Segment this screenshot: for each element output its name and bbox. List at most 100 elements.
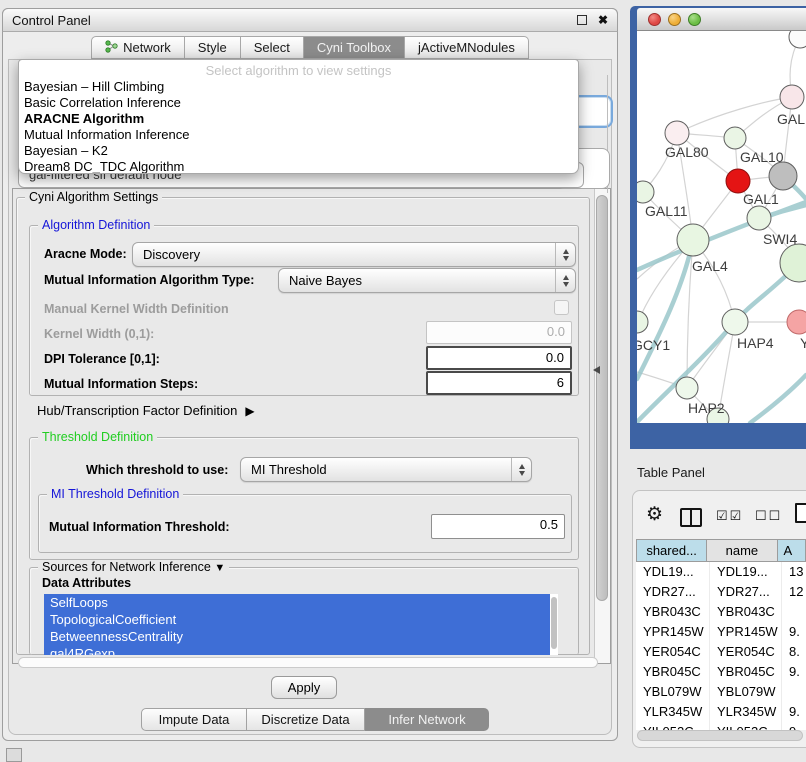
- label-gal80: GAL80: [665, 144, 709, 160]
- tab-network[interactable]: Network: [91, 36, 185, 59]
- list-item[interactable]: BetweennessCentrality: [44, 628, 550, 645]
- gear-icon[interactable]: ⚙: [646, 503, 663, 526]
- table-header-row: shared... name A: [636, 539, 806, 562]
- mi-threshold-field[interactable]: 0.5: [431, 514, 565, 539]
- list-scrollbar-thumb[interactable]: [551, 597, 557, 649]
- mi-steps-field[interactable]: 6: [426, 371, 572, 395]
- table-row[interactable]: YER054C YER054C 8.: [636, 642, 806, 662]
- cell: 9: [781, 722, 806, 730]
- combo-stepper-icon: [555, 269, 575, 292]
- cell: YIL052C: [709, 722, 781, 730]
- table-row[interactable]: YBR045C YBR045C 9.: [636, 662, 806, 682]
- cell: YLR345W: [636, 702, 709, 722]
- node-gcy1[interactable]: [637, 311, 648, 333]
- which-threshold-combobox[interactable]: MI Threshold: [240, 457, 532, 482]
- dropdown-item-bayesian-k2[interactable]: Bayesian – K2: [19, 143, 578, 159]
- label-gal4: GAL4: [692, 258, 728, 274]
- aracne-mode-combobox[interactable]: Discovery: [132, 242, 576, 267]
- minimize-traffic-light[interactable]: [668, 13, 681, 26]
- checked-pair-icon[interactable]: ☑☑: [716, 508, 743, 524]
- columns-icon[interactable]: [680, 508, 702, 527]
- dropdown-item-aracne[interactable]: ARACNE Algorithm: [19, 111, 578, 127]
- application-window: Control Panel ✖ Network Style Select C: [0, 0, 806, 762]
- which-threshold-value: MI Threshold: [251, 462, 327, 477]
- dropdown-item-bayesian-hill-climbing[interactable]: Bayesian – Hill Climbing: [19, 79, 578, 95]
- hub-transcription-factor-toggle[interactable]: Hub/Transcription Factor Definition ▶: [37, 403, 255, 418]
- table-row[interactable]: YPR145W YPR145W 9.: [636, 622, 806, 642]
- table-row[interactable]: YDR27... YDR27... 12: [636, 582, 806, 602]
- list-scrollbar-track[interactable]: [550, 594, 558, 655]
- label-gal-partial: GAL: [777, 111, 805, 127]
- column-header-name[interactable]: name: [707, 539, 777, 562]
- node-gal-partial[interactable]: [780, 85, 804, 109]
- manual-kernel-width-label: Manual Kernel Width Definition: [44, 302, 229, 316]
- float-window-icon[interactable]: [577, 15, 587, 25]
- table-horizontal-scrollbar[interactable]: [637, 730, 803, 741]
- settings-horizontal-scrollbar[interactable]: [18, 657, 598, 668]
- tab-style[interactable]: Style: [185, 36, 241, 59]
- settings-scrollbar-thumb[interactable]: [596, 195, 608, 601]
- tab-cyni-toolbox[interactable]: Cyni Toolbox: [304, 36, 405, 59]
- node-gal80[interactable]: [665, 121, 689, 145]
- control-panel-titlebar[interactable]: Control Panel ✖: [2, 8, 618, 32]
- document-icon-partial[interactable]: [795, 503, 806, 523]
- table-panel-title: Table Panel: [637, 465, 705, 480]
- unchecked-pair-icon[interactable]: ☐☐: [755, 508, 782, 524]
- tab-style-label: Style: [198, 40, 227, 55]
- cell: 9.: [781, 662, 806, 682]
- network-nodes: [637, 31, 806, 423]
- close-icon[interactable]: ✖: [598, 13, 608, 27]
- node-gal11[interactable]: [637, 181, 654, 203]
- mi-threshold-label: Mutual Information Threshold:: [49, 520, 230, 534]
- sources-title[interactable]: Sources for Network Inference ▼: [38, 560, 229, 574]
- network-canvas[interactable]: GAL GAL80 GAL10 GAL1 GAL11 SWI4 GAL4 GCY…: [637, 31, 806, 423]
- cell: YPR145W: [636, 622, 709, 642]
- dropdown-item-dream8[interactable]: Dream8 DC_TDC Algorithm: [19, 159, 578, 174]
- tab-select[interactable]: Select: [241, 36, 304, 59]
- kernel-width-field[interactable]: 0.0: [426, 321, 572, 344]
- bottom-corner-widget-partial[interactable]: [6, 748, 22, 762]
- cell: YDL19...: [636, 562, 709, 582]
- node-hap2[interactable]: [676, 377, 698, 399]
- node-gal1-red[interactable]: [726, 169, 750, 193]
- network-edges-thin: [637, 37, 800, 419]
- node-gal10[interactable]: [724, 127, 746, 149]
- table-row[interactable]: YBL079W YBL079W: [636, 682, 806, 702]
- column-header-partial[interactable]: A: [778, 539, 806, 562]
- aracne-mode-value: Discovery: [143, 247, 200, 262]
- table-row[interactable]: YIL052C YIL052C 9: [636, 722, 806, 730]
- label-y-partial: Y: [800, 335, 806, 351]
- node-salmon-partial[interactable]: [787, 310, 806, 334]
- table-row[interactable]: YBR043C YBR043C: [636, 602, 806, 622]
- node-hap4[interactable]: [722, 309, 748, 335]
- list-item[interactable]: SelfLoops: [44, 594, 550, 611]
- node-top-partial[interactable]: [789, 31, 806, 48]
- node-gray[interactable]: [769, 162, 797, 190]
- column-header-shared-name[interactable]: shared...: [636, 539, 707, 562]
- table-row[interactable]: YDL19... YDL19... 13: [636, 562, 806, 582]
- mi-steps-label: Mutual Information Steps:: [44, 377, 198, 391]
- aracne-mode-label: Aracne Mode:: [44, 247, 127, 261]
- dropdown-item-basic-correlation[interactable]: Basic Correlation Inference: [19, 95, 578, 111]
- list-item[interactable]: TopologicalCoefficient: [44, 611, 550, 628]
- dropdown-prompt: Select algorithm to view settings: [19, 60, 578, 79]
- table-row[interactable]: YLR345W YLR345W 9.: [636, 702, 806, 722]
- tab-jactivemnodules[interactable]: jActiveMNodules: [405, 36, 529, 59]
- list-item[interactable]: gal4RGexp: [44, 645, 550, 655]
- apply-button[interactable]: Apply: [271, 676, 337, 699]
- dropdown-item-mutual-information[interactable]: Mutual Information Inference: [19, 127, 578, 143]
- node-gal4[interactable]: [677, 224, 709, 256]
- manual-kernel-width-checkbox[interactable]: [554, 300, 569, 315]
- zoom-traffic-light[interactable]: [688, 13, 701, 26]
- which-threshold-label: Which threshold to use:: [86, 463, 228, 477]
- network-window-titlebar[interactable]: [637, 8, 806, 31]
- tab-infer-network[interactable]: Infer Network: [365, 708, 489, 731]
- node-swi4[interactable]: [747, 206, 771, 230]
- dpi-tolerance-field[interactable]: 0.0: [426, 346, 572, 370]
- close-traffic-light[interactable]: [648, 13, 661, 26]
- tab-discretize-data[interactable]: Discretize Data: [247, 708, 365, 731]
- mi-algorithm-type-combobox[interactable]: Naive Bayes: [278, 268, 576, 293]
- cell: YBL079W: [709, 682, 781, 702]
- cell: 12: [781, 582, 806, 602]
- tab-impute-data[interactable]: Impute Data: [141, 708, 247, 731]
